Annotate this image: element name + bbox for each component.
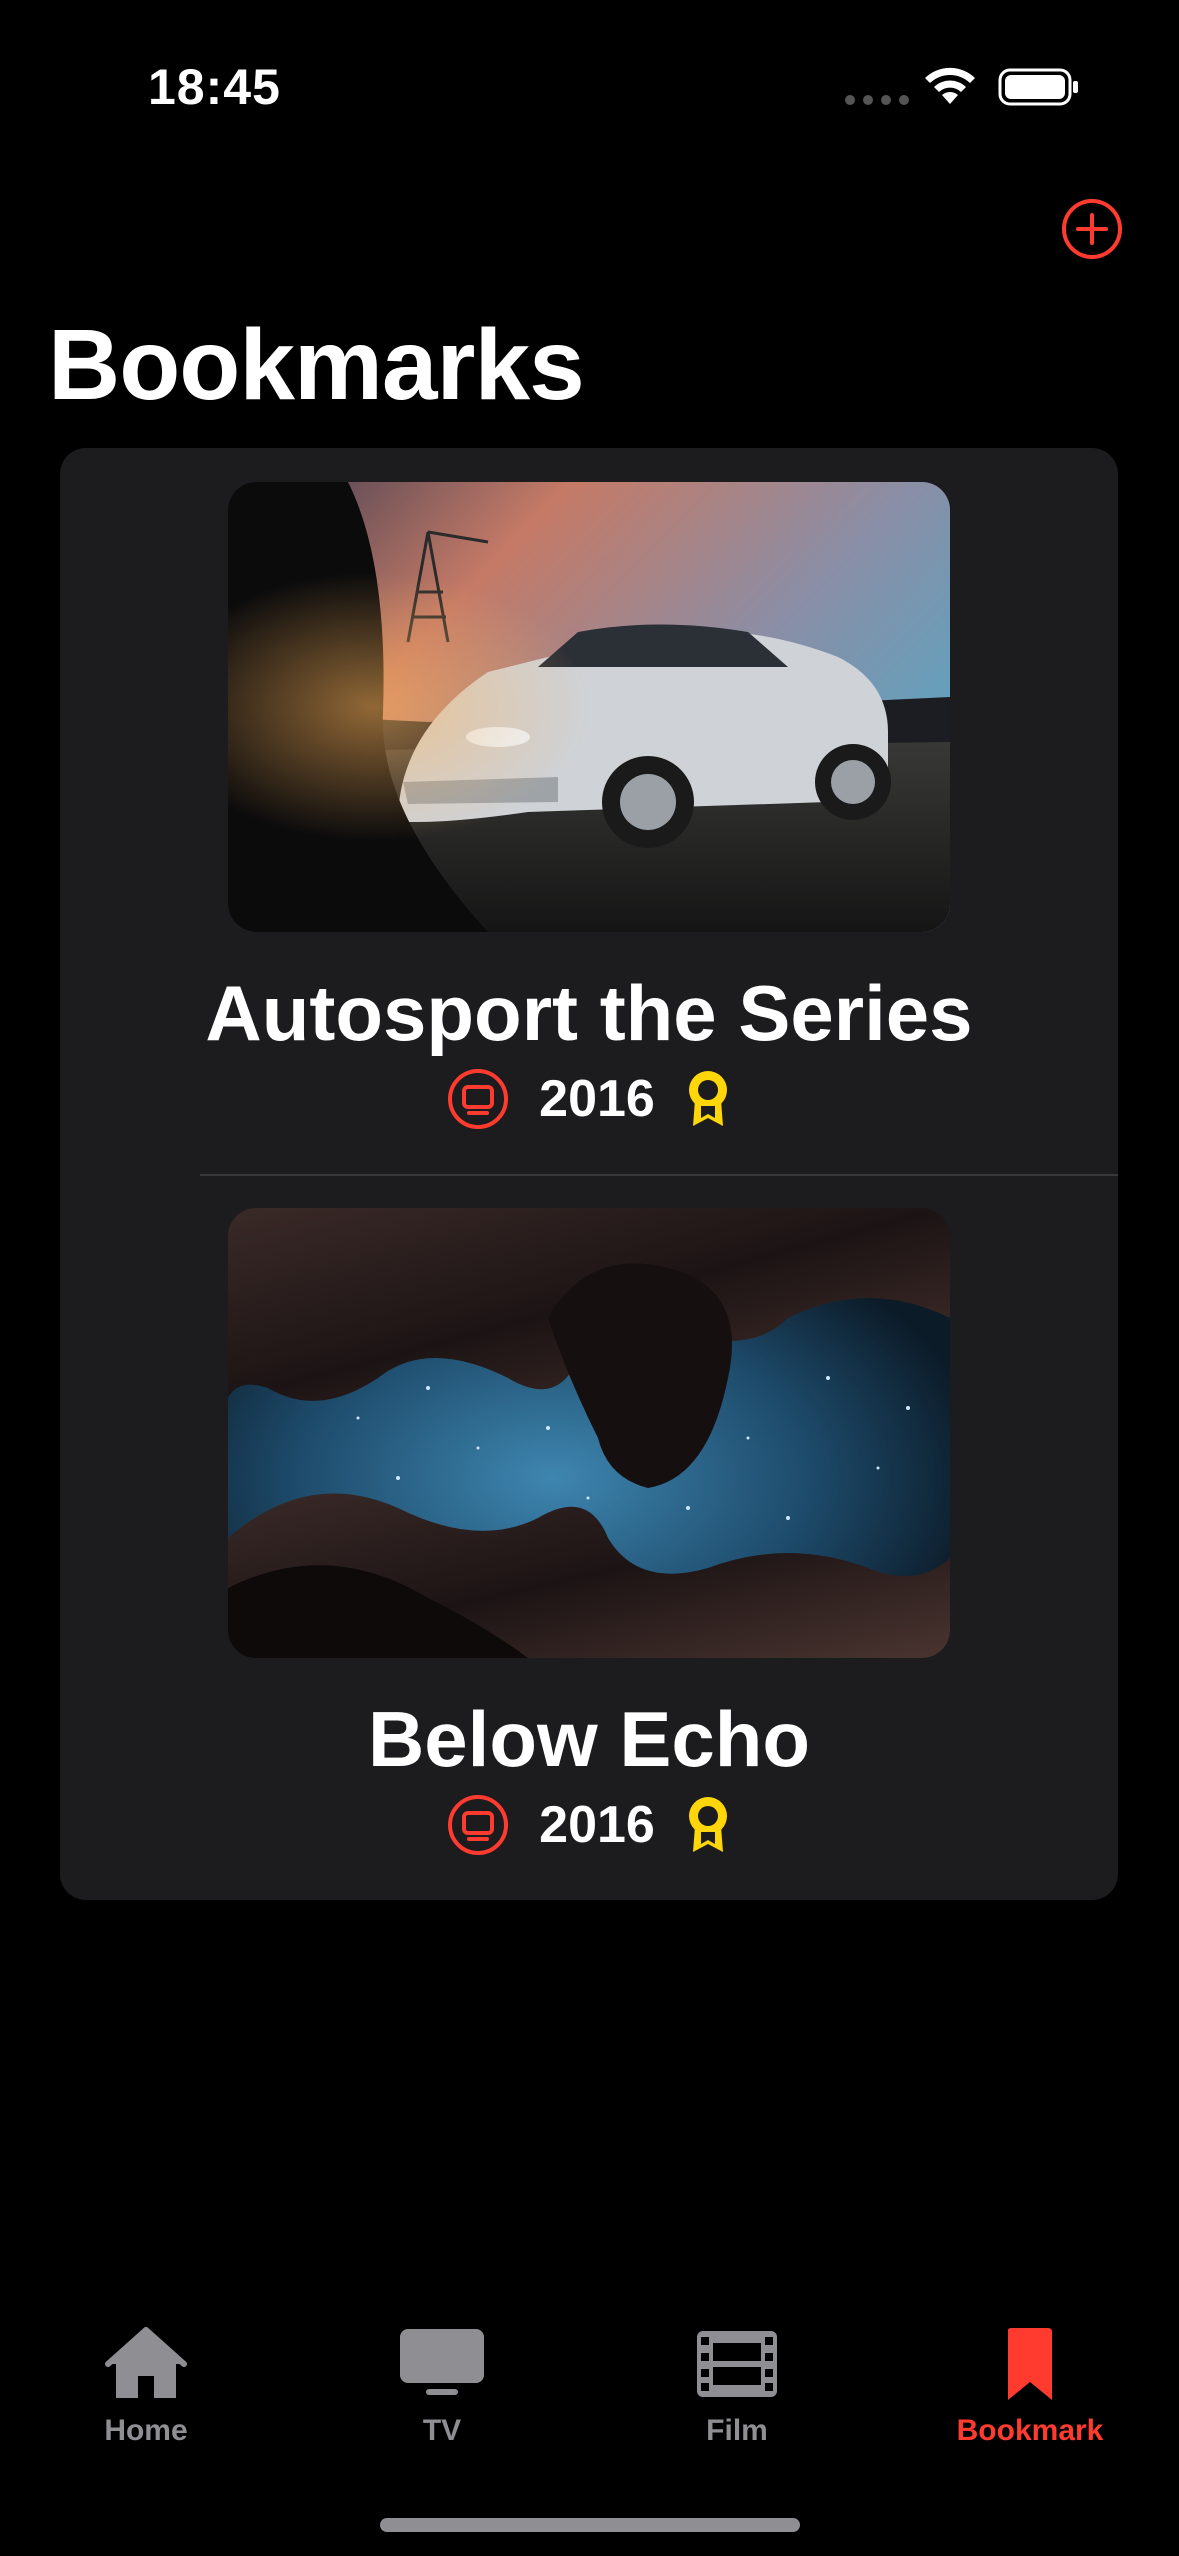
page-title: Bookmarks [48, 309, 585, 421]
tab-film[interactable]: Film [637, 2324, 837, 2464]
tab-tv-label: TV [422, 2414, 462, 2447]
bookmark-meta: 2016 [60, 1794, 1118, 1856]
tab-home-label: Home [104, 2414, 188, 2447]
bookmarks-list: Autosport the Series 2016 Below Echo 201… [60, 448, 1118, 1900]
tab-tv[interactable]: TV [342, 2324, 542, 2464]
poster-image [228, 482, 950, 932]
add-bookmark-button[interactable] [1060, 197, 1124, 261]
status-time: 18:45 [148, 59, 281, 115]
bookmark-icon [985, 2324, 1075, 2404]
tab-film-label: Film [706, 2414, 768, 2447]
tv-icon [448, 1069, 509, 1129]
award-ribbon-icon [688, 1797, 727, 1852]
list-item[interactable]: Below Echo 2016 [60, 1174, 1118, 1900]
battery-icon [998, 68, 1078, 106]
tab-bookmark-label: Bookmark [956, 2414, 1104, 2447]
wifi-icon [925, 67, 975, 104]
bookmark-title: Autosport the Series [205, 969, 973, 1057]
bookmark-year: 2016 [539, 1796, 655, 1854]
tv-icon [448, 1795, 509, 1855]
tab-bookmark[interactable]: Bookmark [930, 2324, 1130, 2464]
cellular-signal-icon [845, 95, 909, 105]
bookmark-year: 2016 [539, 1070, 655, 1128]
tv-icon [397, 2324, 487, 2404]
award-ribbon-icon [688, 1071, 727, 1126]
tab-home[interactable]: Home [46, 2324, 246, 2464]
status-bar: 18:45 [0, 0, 1179, 170]
home-indicator[interactable] [380, 2518, 800, 2532]
bookmark-meta: 2016 [60, 1068, 1118, 1130]
bookmark-title: Below Echo [367, 1695, 811, 1783]
poster-image [228, 1208, 950, 1658]
house-icon [101, 2324, 191, 2404]
film-icon [692, 2324, 782, 2404]
list-item[interactable]: Autosport the Series 2016 [60, 448, 1118, 1174]
